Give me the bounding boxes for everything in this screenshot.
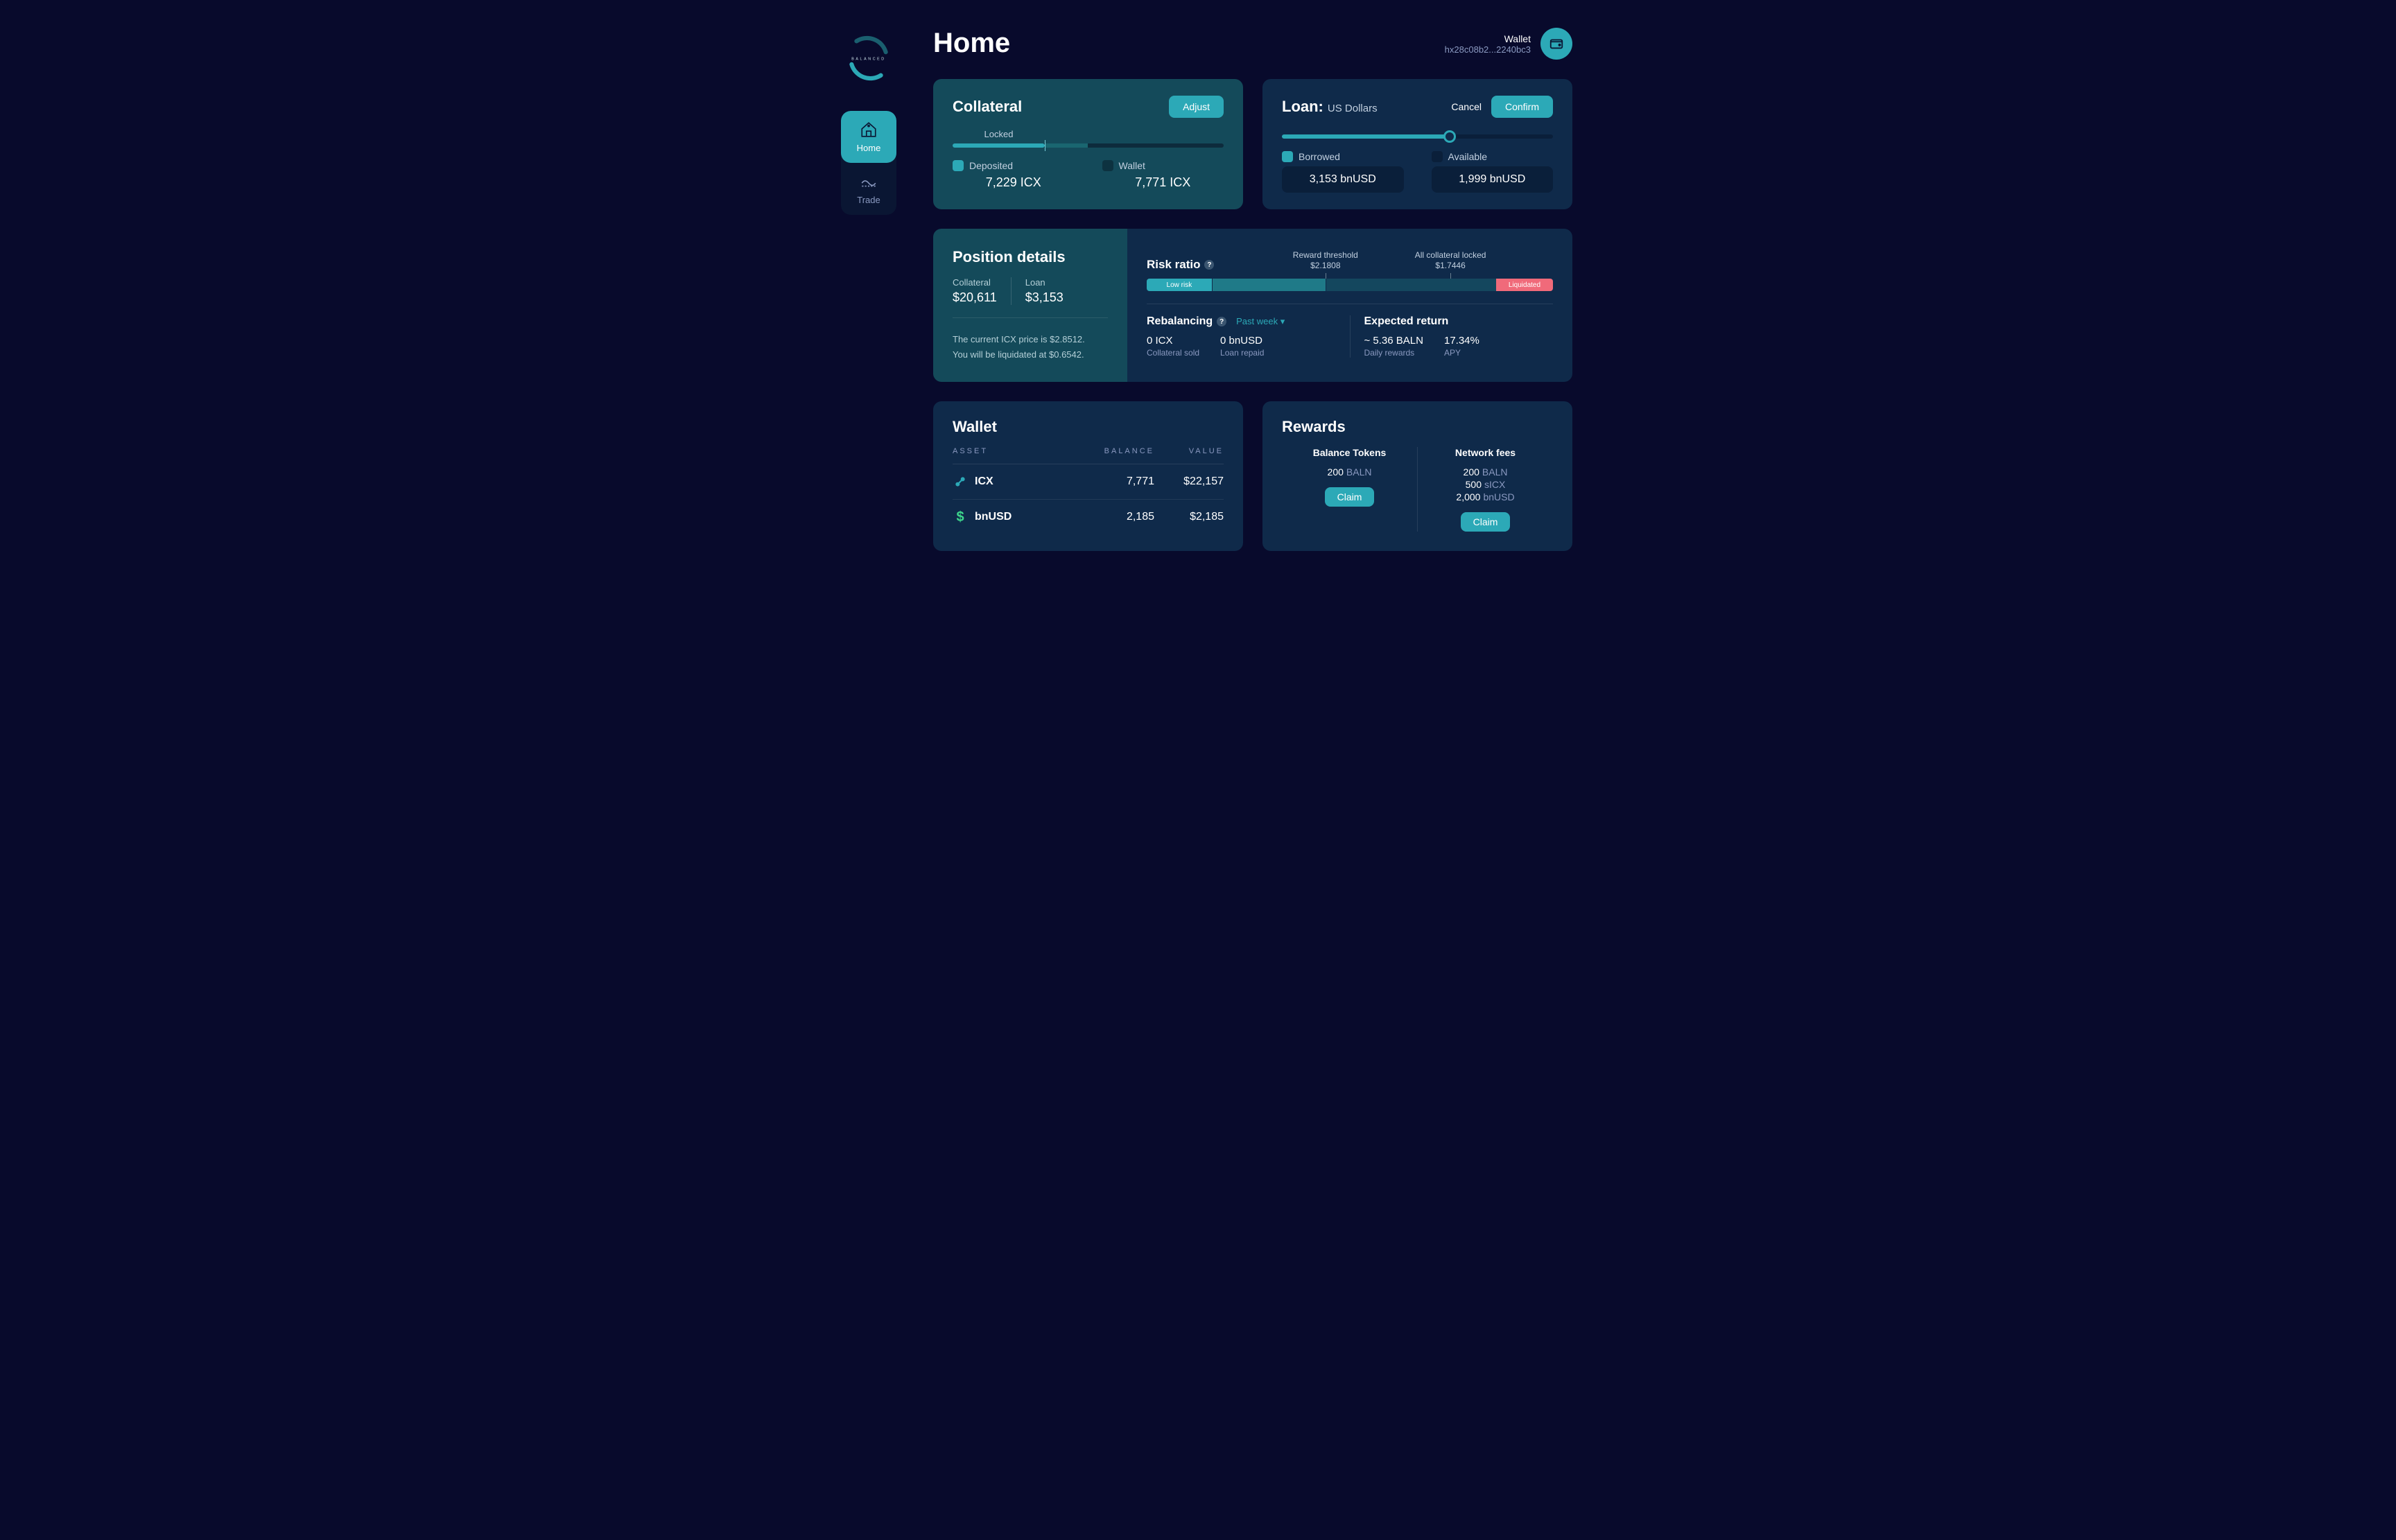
wallet-header-balance: BALANCE xyxy=(1085,447,1154,455)
brand-logo: BALANCED xyxy=(824,28,914,89)
deposited-value: 7,229 ICX xyxy=(953,175,1075,190)
position-note-liquidation: You will be liquidated at $0.6542. xyxy=(953,347,1108,362)
fee-amount: 2,000 xyxy=(1456,491,1480,502)
wallet-icon xyxy=(1549,36,1564,51)
pos-collateral-label: Collateral xyxy=(953,277,997,288)
locked-label: Locked xyxy=(953,129,1045,139)
pos-loan-value: $3,153 xyxy=(1025,290,1064,305)
wallet-stat-label: Wallet xyxy=(1119,160,1145,171)
risk-low-segment: Low risk xyxy=(1147,279,1212,291)
borrowed-input[interactable] xyxy=(1282,166,1404,193)
wallet-card-title: Wallet xyxy=(953,418,1224,436)
pos-loan-label: Loan xyxy=(1025,277,1064,288)
page-title: Home xyxy=(933,28,1010,59)
wallet-header-value: VALUE xyxy=(1154,447,1224,455)
expret-baln-label: Daily rewards xyxy=(1364,348,1423,358)
sidebar-nav: Home Trade xyxy=(841,111,896,215)
wallet-icon-button[interactable] xyxy=(1540,28,1572,60)
rebalancing-period-dropdown[interactable]: Past week ▾ xyxy=(1236,316,1285,327)
rewards-card: Rewards Balance Tokens 200BALN Claim Net… xyxy=(1262,401,1572,551)
asset-balance: 7,771 xyxy=(1085,475,1154,488)
collateral-locked-marker: All collateral locked$1.7446 xyxy=(1415,250,1486,272)
collateral-card: Collateral Adjust Locked Deposited 7,229… xyxy=(933,79,1243,209)
cancel-button[interactable]: Cancel xyxy=(1451,101,1482,112)
reward-threshold-marker: Reward threshold$2.1808 xyxy=(1293,250,1358,272)
position-card: Position details Collateral $20,611 Loan… xyxy=(933,229,1572,382)
available-checkbox[interactable] xyxy=(1432,151,1443,162)
confirm-button[interactable]: Confirm xyxy=(1491,96,1553,118)
icx-icon xyxy=(953,474,968,489)
help-icon[interactable]: ? xyxy=(1204,260,1214,270)
wallet-row[interactable]: $ bnUSD 2,185 $2,185 xyxy=(953,500,1224,534)
asset-name: bnUSD xyxy=(975,511,1012,523)
trade-icon xyxy=(860,173,878,191)
expret-apy-label: APY xyxy=(1444,348,1479,358)
deposited-label: Deposited xyxy=(969,160,1013,171)
nav-home-label: Home xyxy=(857,143,881,153)
rebal-bnusd-label: Loan repaid xyxy=(1220,348,1264,358)
nav-trade[interactable]: Trade xyxy=(841,163,896,215)
balance-tokens-title: Balance Tokens xyxy=(1282,447,1417,458)
bnusd-icon: $ xyxy=(953,509,968,525)
home-icon xyxy=(860,121,878,139)
risk-ratio-bar: Low risk Liquidated xyxy=(1147,279,1553,291)
svg-text:BALANCED: BALANCED xyxy=(851,58,886,62)
expret-baln-value: ~ 5.36 BALN xyxy=(1364,335,1423,347)
collateral-slider[interactable] xyxy=(953,143,1224,148)
loan-title: Loan: xyxy=(1282,98,1323,115)
fee-amount: 500 xyxy=(1466,479,1482,490)
rebal-icx-value: 0 ICX xyxy=(1147,335,1199,347)
loan-slider[interactable] xyxy=(1282,134,1553,139)
fee-unit: sICX xyxy=(1484,479,1505,490)
borrowed-checkbox[interactable] xyxy=(1282,151,1293,162)
wallet-card: Wallet ASSET BALANCE VALUE ICX 7,771 $22… xyxy=(933,401,1243,551)
adjust-button[interactable]: Adjust xyxy=(1169,96,1224,118)
wallet-address: hx28c08b2...2240bc3 xyxy=(1445,44,1531,55)
claim-fees-button[interactable]: Claim xyxy=(1461,512,1511,532)
help-icon[interactable]: ? xyxy=(1217,317,1226,326)
wallet-label: Wallet xyxy=(1445,33,1531,44)
wallet-stat-value: 7,771 ICX xyxy=(1102,175,1224,190)
rebal-bnusd-value: 0 bnUSD xyxy=(1220,335,1264,347)
asset-name: ICX xyxy=(975,475,993,488)
pos-collateral-value: $20,611 xyxy=(953,290,997,305)
wallet-checkbox[interactable] xyxy=(1102,160,1113,171)
tokens-unit: BALN xyxy=(1346,466,1372,478)
fee-amount: 200 xyxy=(1464,466,1479,478)
asset-value: $22,157 xyxy=(1154,475,1224,488)
rewards-title: Rewards xyxy=(1282,418,1553,436)
network-fees-title: Network fees xyxy=(1418,447,1553,458)
fee-unit: BALN xyxy=(1482,466,1508,478)
risk-ratio-title: Risk ratio? xyxy=(1147,258,1214,272)
tokens-amount: 200 xyxy=(1328,466,1344,478)
expected-return-title: Expected return xyxy=(1364,315,1554,328)
borrowed-label: Borrowed xyxy=(1299,151,1340,162)
deposited-checkbox[interactable] xyxy=(953,160,964,171)
claim-tokens-button[interactable]: Claim xyxy=(1325,487,1375,507)
position-note-price: The current ICX price is $2.8512. xyxy=(953,332,1108,347)
collateral-title: Collateral xyxy=(953,98,1022,116)
rebal-icx-label: Collateral sold xyxy=(1147,348,1199,358)
asset-balance: 2,185 xyxy=(1085,511,1154,523)
asset-value: $2,185 xyxy=(1154,511,1224,523)
expret-apy-value: 17.34% xyxy=(1444,335,1479,347)
loan-card: Loan: US Dollars Cancel Confirm Borrowed xyxy=(1262,79,1572,209)
nav-home[interactable]: Home xyxy=(841,111,896,163)
wallet-header-asset: ASSET xyxy=(953,447,1085,455)
nav-trade-label: Trade xyxy=(857,195,880,205)
wallet-info[interactable]: Wallet hx28c08b2...2240bc3 xyxy=(1445,28,1572,60)
loan-subtitle: US Dollars xyxy=(1328,103,1378,114)
wallet-row[interactable]: ICX 7,771 $22,157 xyxy=(953,464,1224,500)
available-label: Available xyxy=(1448,151,1488,162)
position-title: Position details xyxy=(953,248,1108,266)
rebalancing-title: Rebalancing ? Past week ▾ xyxy=(1147,315,1336,328)
available-input[interactable] xyxy=(1432,166,1554,193)
risk-liquidated-segment: Liquidated xyxy=(1496,279,1553,291)
fee-unit: bnUSD xyxy=(1483,491,1514,502)
